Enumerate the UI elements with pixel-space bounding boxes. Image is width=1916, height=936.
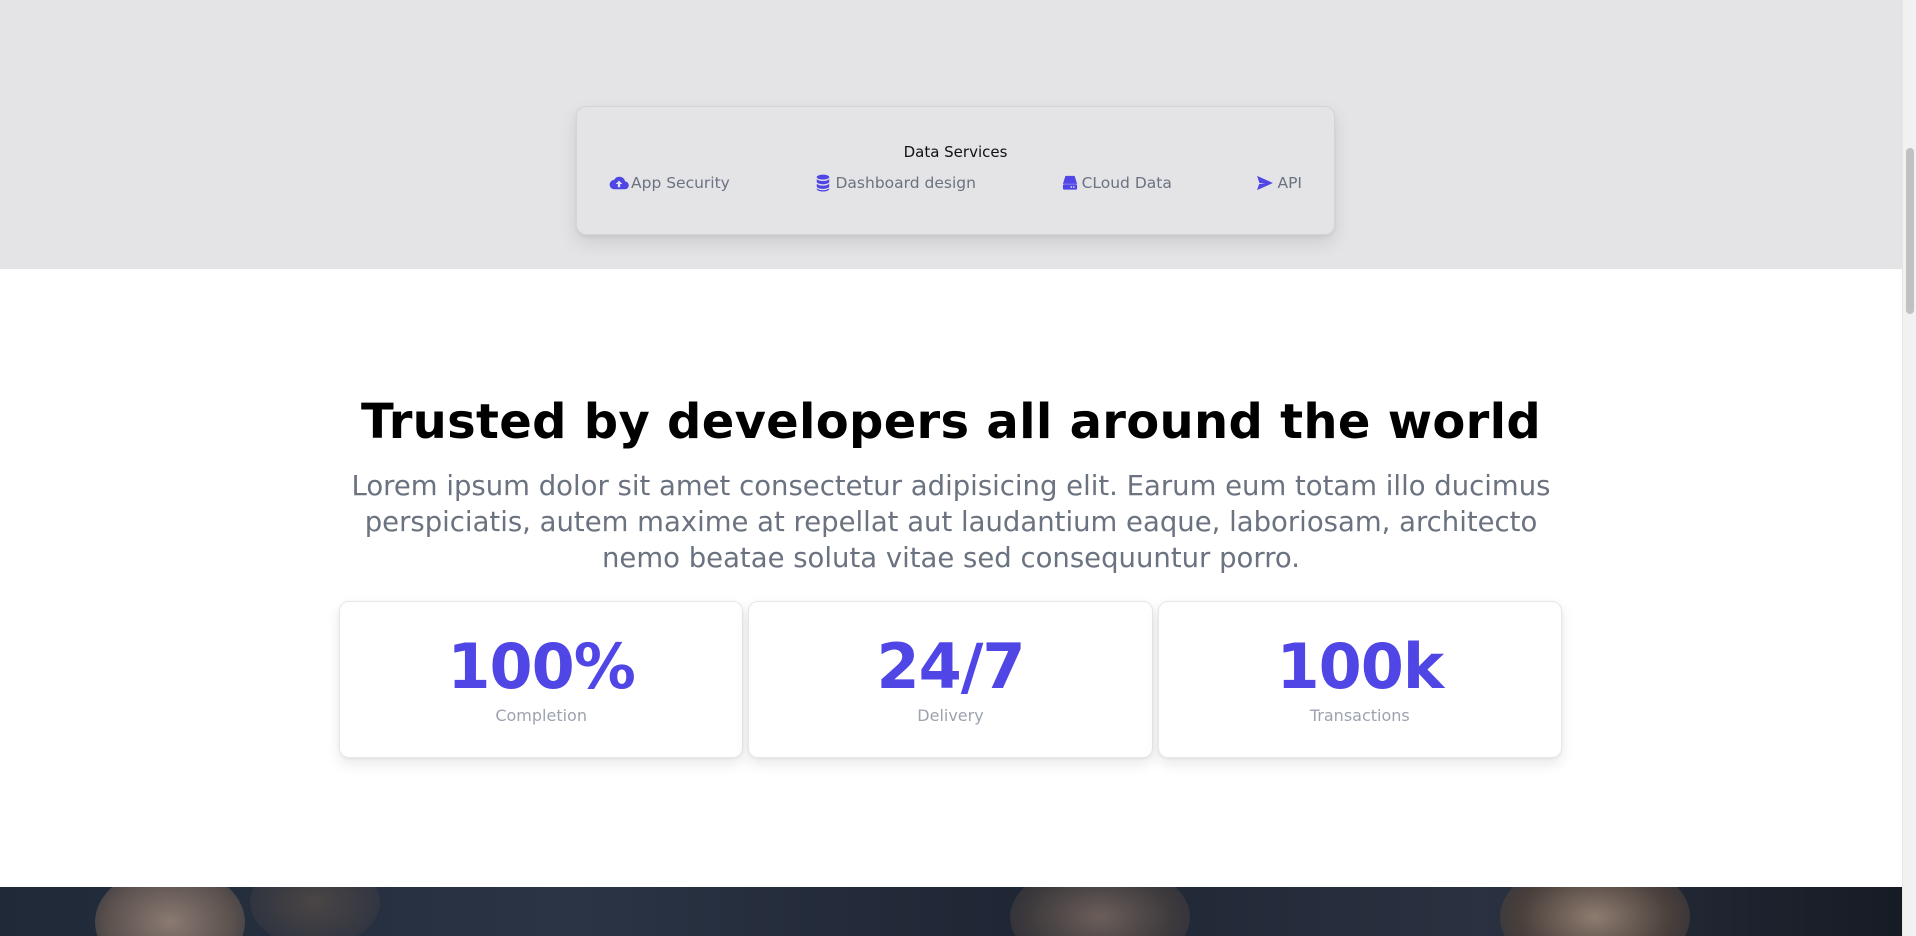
stat-card-transactions: 100k Transactions [1157, 601, 1562, 758]
service-dashboard-design[interactable]: Dashboard design [813, 173, 976, 193]
service-label: API [1277, 174, 1302, 192]
vertical-scrollbar[interactable] [1902, 0, 1916, 936]
data-services-card: Data Services App Security Dashboard des… [576, 106, 1335, 235]
stat-label: Completion [495, 706, 587, 725]
trusted-headline: Trusted by developers all around the wor… [360, 394, 1542, 450]
stat-value: 24/7 [876, 630, 1025, 703]
service-label: CLoud Data [1081, 174, 1172, 192]
stat-card-completion: 100% Completion [339, 601, 744, 758]
stat-value: 100k [1276, 630, 1444, 703]
service-app-security[interactable]: App Security [609, 173, 730, 193]
data-services-title: Data Services [903, 143, 1008, 161]
photo-person [250, 887, 380, 936]
service-api[interactable]: API [1255, 173, 1302, 193]
photo-person [1500, 887, 1690, 936]
photo-person [95, 887, 245, 936]
services-list: App Security Dashboard design CLoud Data… [609, 173, 1302, 193]
stat-card-delivery: 24/7 Delivery [748, 601, 1153, 758]
paper-plane-icon [1257, 175, 1274, 191]
service-label: App Security [631, 174, 730, 192]
database-icon [817, 174, 830, 192]
stat-value: 100% [447, 630, 636, 703]
hard-drive-icon [1062, 175, 1077, 190]
scrollbar-thumb[interactable] [1906, 148, 1914, 314]
cloud-upload-icon [609, 176, 629, 190]
stats-row: 100% Completion 24/7 Delivery 100k Trans… [339, 601, 1562, 758]
page: Data Services App Security Dashboard des… [0, 0, 1916, 936]
team-photo [0, 887, 1902, 936]
stat-label: Transactions [1309, 706, 1410, 725]
trusted-description: Lorem ipsum dolor sit amet consectetur a… [351, 470, 1551, 574]
service-label: Dashboard design [835, 174, 976, 192]
stat-label: Delivery [917, 706, 984, 725]
data-services-section: Data Services App Security Dashboard des… [0, 0, 1902, 269]
service-cloud-data[interactable]: CLoud Data [1060, 173, 1172, 193]
photo-person [1010, 887, 1190, 936]
